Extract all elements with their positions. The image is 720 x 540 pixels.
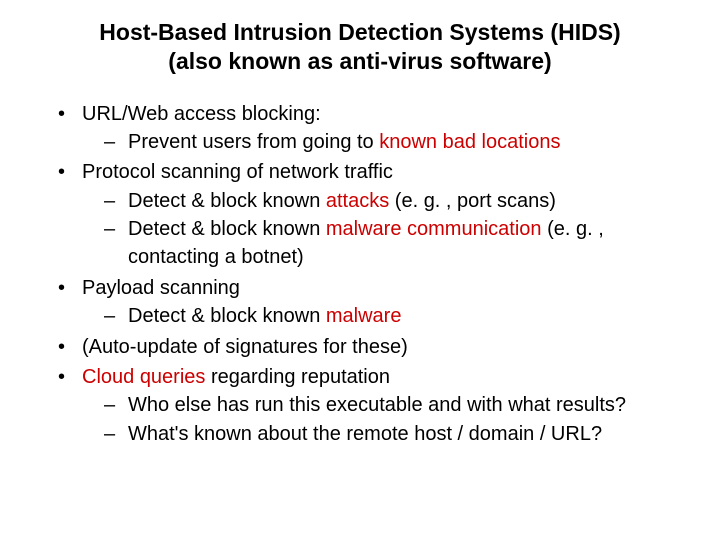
bullet-text: Protocol scanning of network traffic [82, 161, 393, 183]
sub-bullet: Who else has run this executable and wit… [104, 391, 690, 419]
sub-bullet: Detect & block known malware communicati… [104, 215, 690, 272]
sub-text: Detect & block known [128, 218, 326, 240]
bullet-protocol-scanning: Protocol scanning of network traffic Det… [58, 158, 690, 272]
highlight-text: attacks [326, 190, 389, 212]
highlight-text: known bad locations [379, 131, 560, 153]
slide-title: Host-Based Intrusion Detection Systems (… [30, 18, 690, 76]
bullet-text: URL/Web access blocking: [82, 103, 321, 125]
sub-text: Detect & block known [128, 305, 326, 327]
title-line-1: Host-Based Intrusion Detection Systems (… [99, 19, 620, 45]
title-line-2: (also known as anti-virus software) [168, 48, 551, 74]
sub-text: Prevent users from going to [128, 131, 379, 153]
highlight-text: malware [326, 305, 402, 327]
bullet-payload-scanning: Payload scanning Detect & block known ma… [58, 274, 690, 331]
sub-text: (e. g. , port scans) [389, 190, 556, 212]
bullet-url-blocking: URL/Web access blocking: Prevent users f… [58, 100, 690, 157]
bullet-text: (Auto-update of signatures for these) [82, 336, 408, 358]
slide: Host-Based Intrusion Detection Systems (… [0, 0, 720, 470]
sub-bullet: What's known about the remote host / dom… [104, 420, 690, 448]
sub-text: Detect & block known [128, 190, 326, 212]
sub-bullet: Prevent users from going to known bad lo… [104, 128, 690, 156]
bullet-cloud-queries: Cloud queries regarding reputation Who e… [58, 363, 690, 448]
sub-list: Who else has run this executable and wit… [104, 391, 690, 448]
sub-bullet: Detect & block known malware [104, 302, 690, 330]
bullet-text: regarding reputation [205, 366, 390, 388]
bullet-text: Payload scanning [82, 277, 240, 299]
sub-text: Who else has run this executable and wit… [128, 394, 626, 416]
sub-list: Detect & block known attacks (e. g. , po… [104, 187, 690, 272]
bullet-list: URL/Web access blocking: Prevent users f… [58, 100, 690, 449]
sub-list: Prevent users from going to known bad lo… [104, 128, 690, 156]
highlight-text: Cloud queries [82, 366, 205, 388]
sub-list: Detect & block known malware [104, 302, 690, 330]
bullet-auto-update: (Auto-update of signatures for these) [58, 333, 690, 361]
sub-text: What's known about the remote host / dom… [128, 423, 602, 445]
highlight-text: malware communication [326, 218, 542, 240]
sub-bullet: Detect & block known attacks (e. g. , po… [104, 187, 690, 215]
